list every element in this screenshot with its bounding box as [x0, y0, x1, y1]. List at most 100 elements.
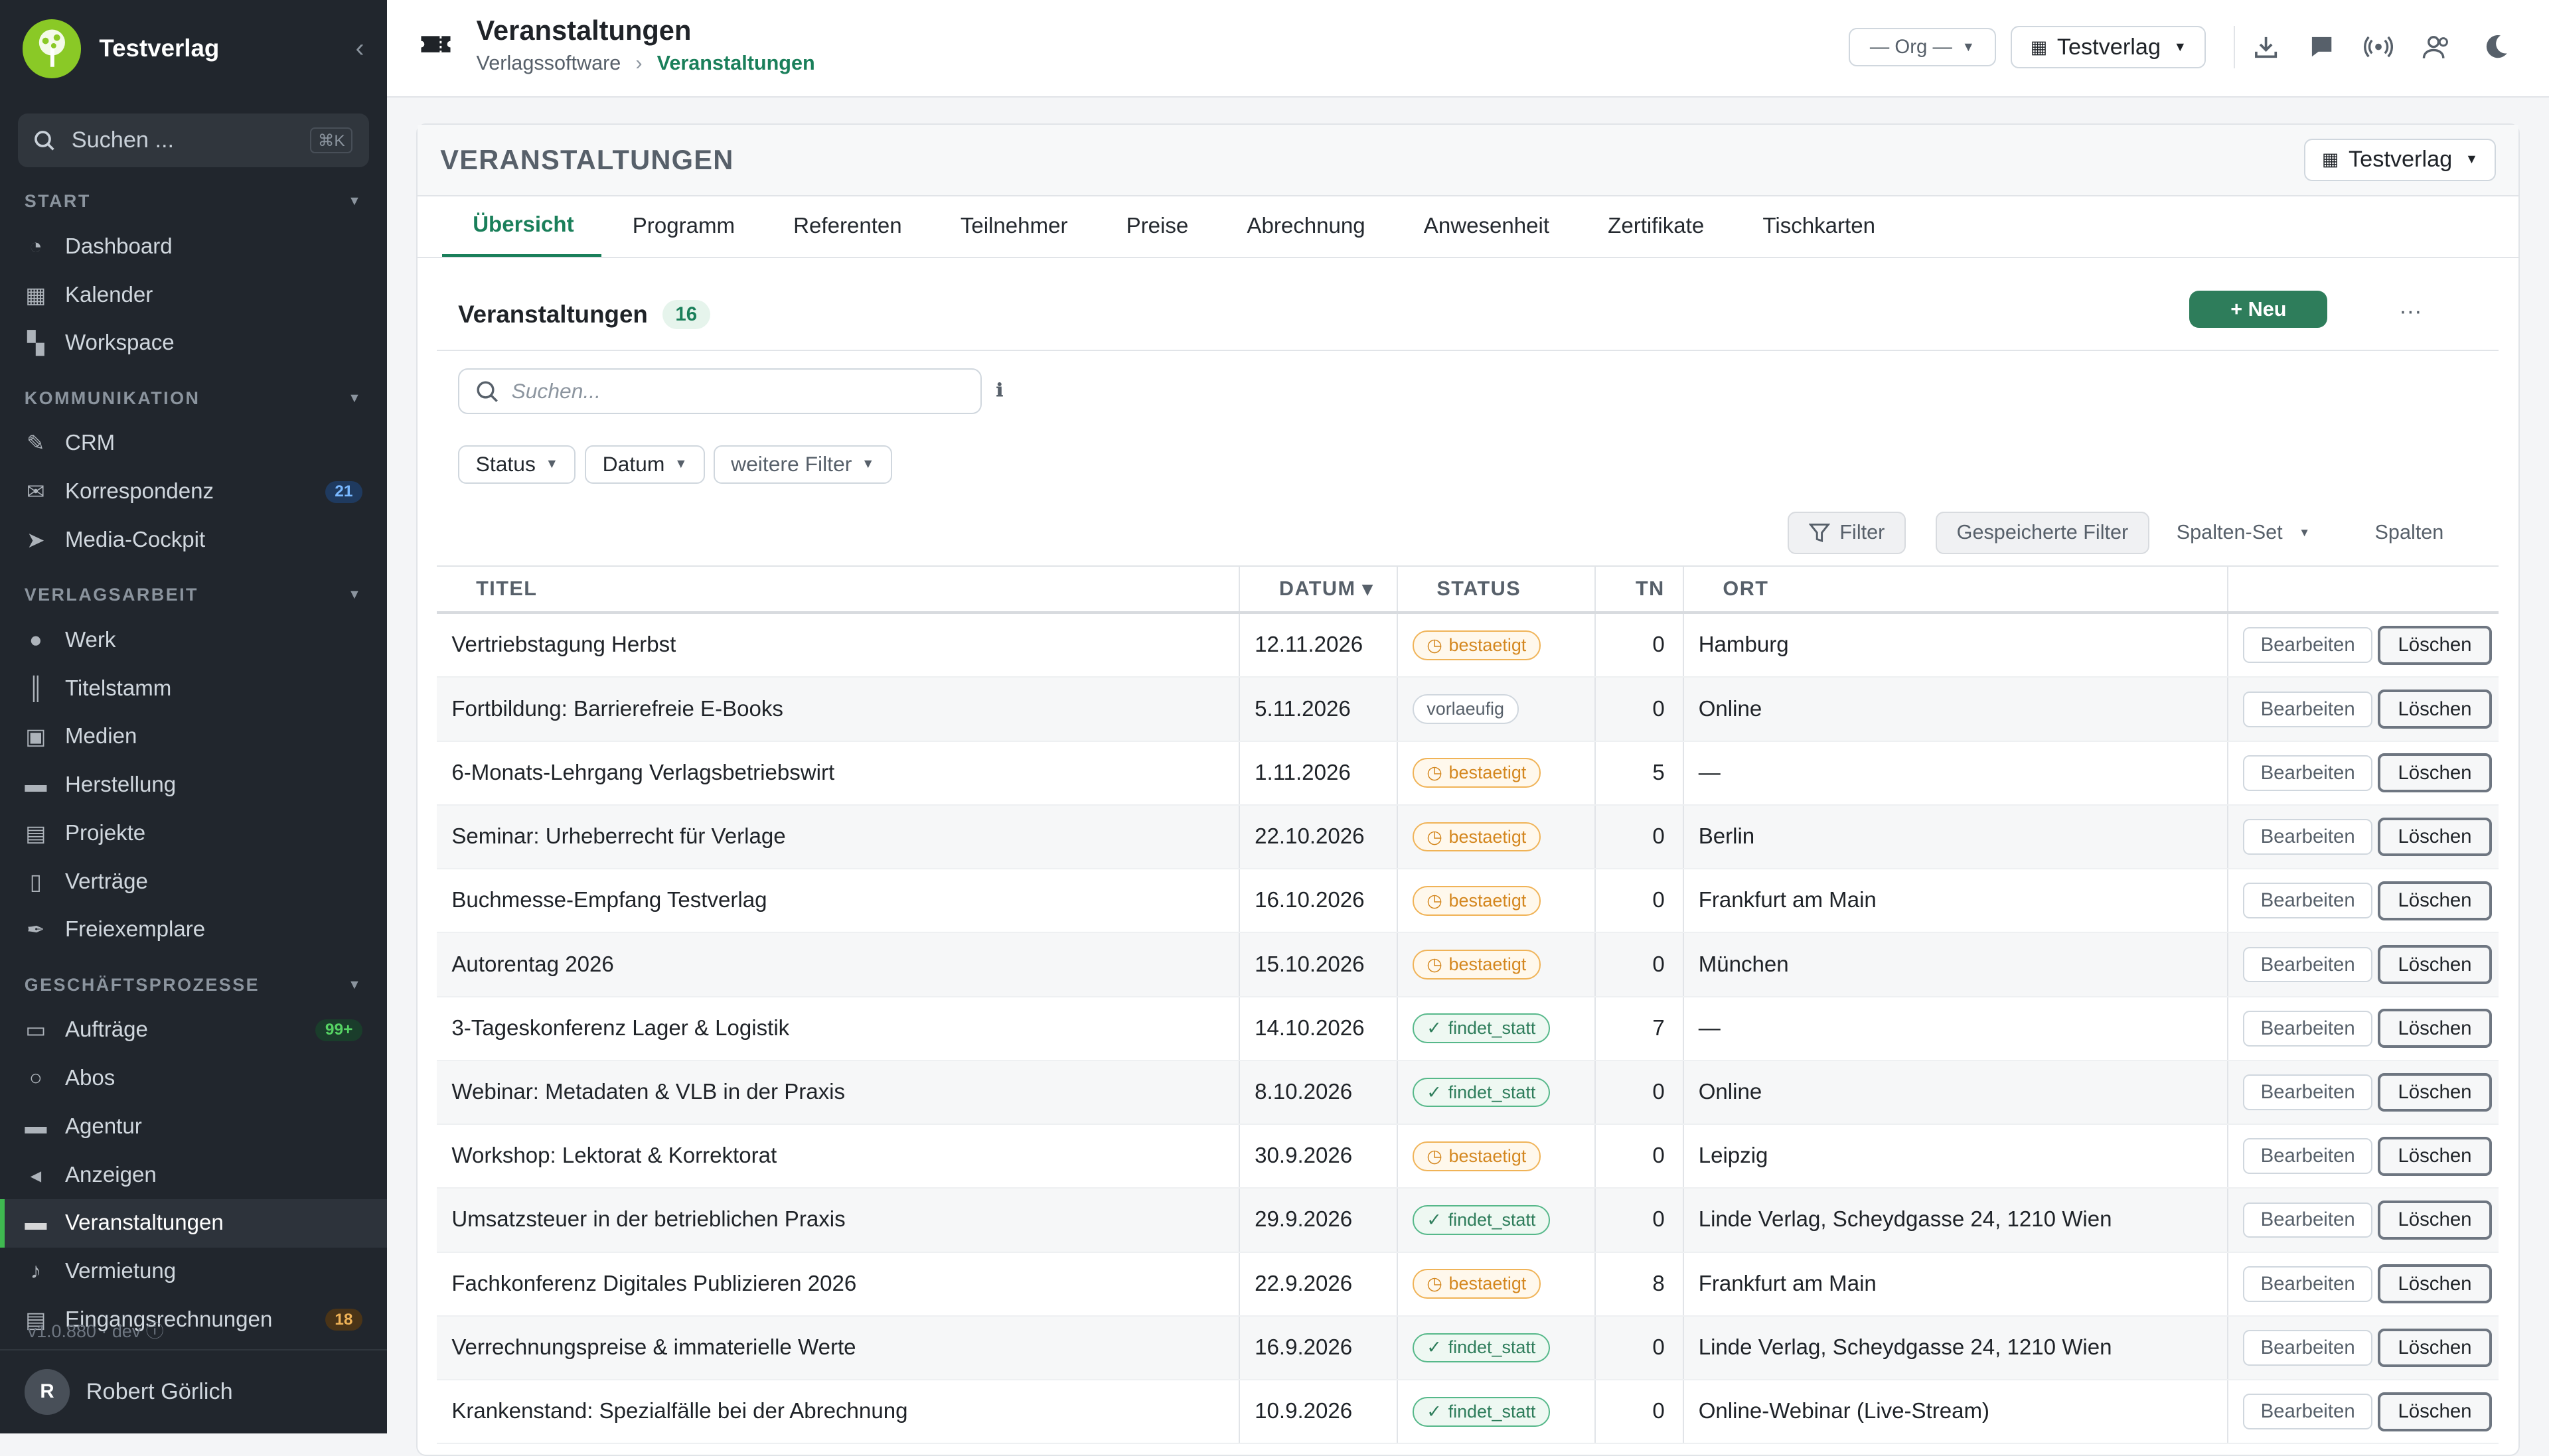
delete-button[interactable]: Löschen [2377, 817, 2493, 857]
sidebar-item-titelstamm[interactable]: ║ Titelstamm [0, 664, 387, 713]
edit-button[interactable]: Bearbeiten [2243, 691, 2373, 727]
sidebar-item-dashboard[interactable]: ◔ Dashboard [0, 222, 387, 271]
edit-button[interactable]: Bearbeiten [2243, 627, 2373, 664]
sidebar-search[interactable]: Suchen ... ⌘K [17, 113, 369, 168]
delete-button[interactable]: Löschen [2377, 690, 2493, 729]
saved-filters-button[interactable]: Gespeicherte Filter [1936, 511, 2149, 554]
broadcast-icon[interactable] [2363, 33, 2393, 62]
edit-button[interactable]: Bearbeiten [2243, 1202, 2373, 1238]
table-row[interactable]: Krankenstand: Spezialfälle bei der Abrec… [437, 1380, 2499, 1445]
date-filter[interactable]: Datum ▼ [585, 445, 705, 484]
sidebar-section-header[interactable]: KOMMUNIKATION ▼ [0, 377, 387, 419]
table-row[interactable]: Vertriebstagung Herbst 12.11.2026 ◷ bestaet… [437, 614, 2499, 678]
sidebar-item-veranstaltungen[interactable]: ▬ Veranstaltungen [0, 1199, 387, 1248]
table-row[interactable]: Webinar: Metadaten & VLB in der Praxis 8.… [437, 1060, 2499, 1126]
sidebar-item-herstellung[interactable]: ▬ Herstellung [0, 761, 387, 810]
card-verlag-select[interactable]: ▦ Testverlag ▼ [2304, 139, 2496, 181]
col-header-ort[interactable]: ORT [1684, 566, 2229, 612]
sidebar-section-header[interactable]: VERLAGSARBEIT ▼ [0, 574, 387, 617]
delete-button[interactable]: Löschen [2377, 1264, 2493, 1304]
org-select[interactable]: — Org — ▼ [1848, 27, 1997, 67]
sidebar-item-media-cockpit[interactable]: ➤ Media-Cockpit [0, 516, 387, 565]
sidebar-item-abos[interactable]: ○ Abos [0, 1055, 387, 1103]
sidebar-item-aufträge[interactable]: ▭ Aufträge 99+ [0, 1006, 387, 1055]
col-header-status[interactable]: STATUS [1398, 566, 1596, 612]
status-filter[interactable]: Status ▼ [458, 445, 576, 484]
brand[interactable]: Testverlag ‹ [0, 0, 387, 98]
sidebar-item-workspace[interactable]: ▚ Workspace [0, 319, 387, 368]
chat-icon[interactable] [2307, 33, 2336, 62]
col-header-title[interactable]: TITEL [437, 566, 1241, 612]
more-filters[interactable]: weitere Filter ▼ [713, 445, 892, 484]
tab-referenten[interactable]: Referenten [763, 196, 930, 257]
sidebar-item-werk[interactable]: ● Werk [0, 617, 387, 665]
table-row[interactable]: Fortbildung: Barrierefreie E-Books 5.11.2… [437, 678, 2499, 742]
sidebar-item-verträge[interactable]: ▯ Verträge [0, 857, 387, 906]
column-set-select[interactable]: Spalten-Set ▼ [2157, 512, 2329, 554]
tab-zertifikate[interactable]: Zertifikate [1577, 196, 1732, 257]
verlag-select[interactable]: ▦ Testverlag ▼ [2011, 26, 2206, 68]
edit-button[interactable]: Bearbeiten [2243, 1138, 2373, 1175]
tab-teilnehmer[interactable]: Teilnehmer [929, 196, 1095, 257]
delete-button[interactable]: Löschen [2377, 1392, 2493, 1431]
tab-anwesenheit[interactable]: Anwesenheit [1393, 196, 1577, 257]
col-header-tn[interactable]: TN [1596, 566, 1684, 612]
table-row[interactable]: Verrechnungspreise & immaterielle Werte 1… [437, 1316, 2499, 1381]
col-header-date[interactable]: DATUM ▾ [1240, 566, 1398, 612]
sidebar-section-header[interactable]: START ▼ [0, 181, 387, 223]
collapse-sidebar-icon[interactable]: ‹ [356, 34, 364, 63]
edit-button[interactable]: Bearbeiten [2243, 819, 2373, 855]
delete-button[interactable]: Löschen [2377, 1328, 2493, 1368]
breadcrumb-item-verlagssoftware[interactable]: Verlagssoftware [477, 52, 621, 74]
search-input[interactable]: Suchen... [458, 368, 982, 415]
delete-button[interactable]: Löschen [2377, 1201, 2493, 1240]
more-menu-icon[interactable]: ··· [2399, 299, 2422, 325]
sidebar-item-projekte[interactable]: ▤ Projekte [0, 810, 387, 858]
info-icon[interactable]: ℹ [996, 380, 1003, 401]
table-row[interactable]: 3-Tageskonferenz Lager & Logistik 14.10.2… [437, 997, 2499, 1061]
dark-mode-icon[interactable] [2481, 33, 2510, 62]
delete-button[interactable]: Löschen [2377, 1072, 2493, 1112]
users-icon[interactable] [2422, 33, 2451, 62]
sidebar-item-freiexemplare[interactable]: ✒ Freiexemplare [0, 906, 387, 954]
sidebar-item-korrespondenz[interactable]: ✉ Korrespondenz 21 [0, 468, 387, 516]
table-row[interactable]: 6-Monats-Lehrgang Verlagsbetriebswirt 1.1… [437, 741, 2499, 806]
edit-button[interactable]: Bearbeiten [2243, 1266, 2373, 1302]
info-icon[interactable]: ⓘ [146, 1321, 164, 1341]
edit-button[interactable]: Bearbeiten [2243, 1074, 2373, 1110]
delete-button[interactable]: Löschen [2377, 1136, 2493, 1176]
delete-button[interactable]: Löschen [2377, 881, 2493, 920]
tab-programm[interactable]: Programm [601, 196, 762, 257]
table-row[interactable]: Umsatzsteuer in der betrieblichen Praxis… [437, 1189, 2499, 1253]
sidebar-item-kalender[interactable]: ▦ Kalender [0, 271, 387, 319]
edit-button[interactable]: Bearbeiten [2243, 1010, 2373, 1047]
user-menu[interactable]: R Robert Görlich [0, 1348, 387, 1434]
sidebar-item-anzeigen[interactable]: ◂ Anzeigen [0, 1151, 387, 1199]
sidebar-item-vermietung[interactable]: ♪ Vermietung [0, 1248, 387, 1296]
tab-preise[interactable]: Preise [1095, 196, 1216, 257]
sidebar-item-agentur[interactable]: ▬ Agentur [0, 1103, 387, 1151]
download-icon[interactable] [2252, 33, 2281, 62]
delete-button[interactable]: Löschen [2377, 1009, 2493, 1049]
new-event-button[interactable]: + Neu [2189, 290, 2328, 328]
tab-übersicht[interactable]: Übersicht [441, 196, 602, 257]
edit-button[interactable]: Bearbeiten [2243, 946, 2373, 983]
edit-button[interactable]: Bearbeiten [2243, 883, 2373, 919]
delete-button[interactable]: Löschen [2377, 945, 2493, 984]
delete-button[interactable]: Löschen [2377, 753, 2493, 793]
edit-button[interactable]: Bearbeiten [2243, 1330, 2373, 1366]
tab-abrechnung[interactable]: Abrechnung [1216, 196, 1393, 257]
sidebar-item-crm[interactable]: ✎ CRM [0, 419, 387, 468]
table-row[interactable]: Autorentag 2026 15.10.2026 ◷ bestaetigt 0 Mün… [437, 933, 2499, 997]
sidebar-section-header[interactable]: GESCHÄFTSPROZESSE ▼ [0, 964, 387, 1006]
columns-button[interactable]: Spalten [2355, 512, 2463, 554]
edit-button[interactable]: Bearbeiten [2243, 1394, 2373, 1430]
edit-button[interactable]: Bearbeiten [2243, 755, 2373, 791]
table-row[interactable]: Fachkonferenz Digitales Publizieren 2026… [437, 1252, 2499, 1317]
filter-button[interactable]: Filter [1788, 511, 1906, 554]
table-row[interactable]: Seminar: Urheberrecht für Verlage 22.10.2… [437, 805, 2499, 870]
table-row[interactable]: Workshop: Lektorat & Korrektorat 30.9.202… [437, 1125, 2499, 1189]
delete-button[interactable]: Löschen [2377, 625, 2493, 665]
table-row[interactable]: Buchmesse-Empfang Testverlag 16.10.2026 ◷ b… [437, 869, 2499, 934]
sidebar-item-medien[interactable]: ▣ Medien [0, 713, 387, 761]
